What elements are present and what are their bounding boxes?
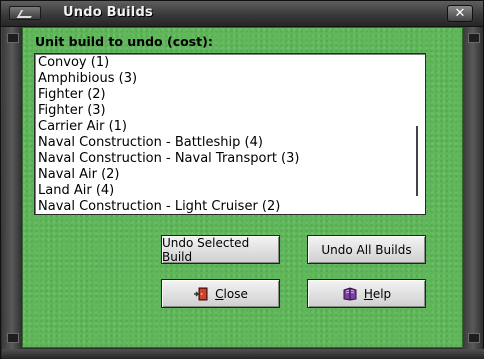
list-scrollbar[interactable] [416,126,418,196]
help-book-icon [342,286,358,301]
list-item[interactable]: Fighter (3) [38,103,409,119]
list-item[interactable]: Naval Construction - Battleship (4) [38,135,409,151]
list-item[interactable]: Naval Air (2) [38,167,409,183]
list-item[interactable]: Naval Construction - Naval Transport (3) [38,151,409,167]
bottom-frame [2,349,484,359]
unit-build-listbox[interactable]: Convoy (1) Amphibious (3) Fighter (2) Fi… [34,53,426,215]
list-item[interactable]: Fighter (2) [38,87,409,103]
window-title: Undo Builds [63,5,153,20]
unit-build-list: Convoy (1) Amphibious (3) Fighter (2) Fi… [38,55,409,214]
help-button[interactable]: Help [307,279,426,308]
list-item[interactable]: Convoy (1) [38,55,409,71]
help-label-rest: elp [372,286,392,301]
list-item[interactable]: Land Air (4) [38,183,409,199]
list-item[interactable]: Amphibious (3) [38,71,409,87]
list-prompt-label: Unit build to undo (cost): [35,34,213,49]
close-button[interactable]: Close [161,279,280,308]
right-frame [463,27,483,349]
list-item[interactable]: Carrier Air (1) [38,119,409,135]
close-label-rest: lose [223,286,248,301]
list-item[interactable]: Naval Construction - Light Cruiser (2) [38,199,409,214]
undo-selected-build-label: Undo Selected Build [162,235,250,264]
undo-builds-dialog: Undo Builds ✕ Unit build to undo (cost):… [0,0,484,359]
undo-all-builds-button[interactable]: Undo All Builds [307,235,426,264]
close-window-button[interactable]: ✕ [447,5,473,22]
window-menu-icon[interactable] [9,6,41,20]
undo-all-builds-label: Undo All Builds [321,242,412,257]
close-door-icon [193,287,209,301]
help-access-key: H [363,286,373,301]
close-access-key: C [215,286,224,301]
left-frame [2,27,22,349]
help-button-label: Help [364,287,391,301]
undo-selected-build-button[interactable]: Undo Selected Build [161,235,280,264]
title-bar[interactable]: Undo Builds ✕ [1,1,483,27]
dialog-content: Unit build to undo (cost): Convoy (1) Am… [22,27,463,348]
close-button-label: Close [215,287,248,301]
